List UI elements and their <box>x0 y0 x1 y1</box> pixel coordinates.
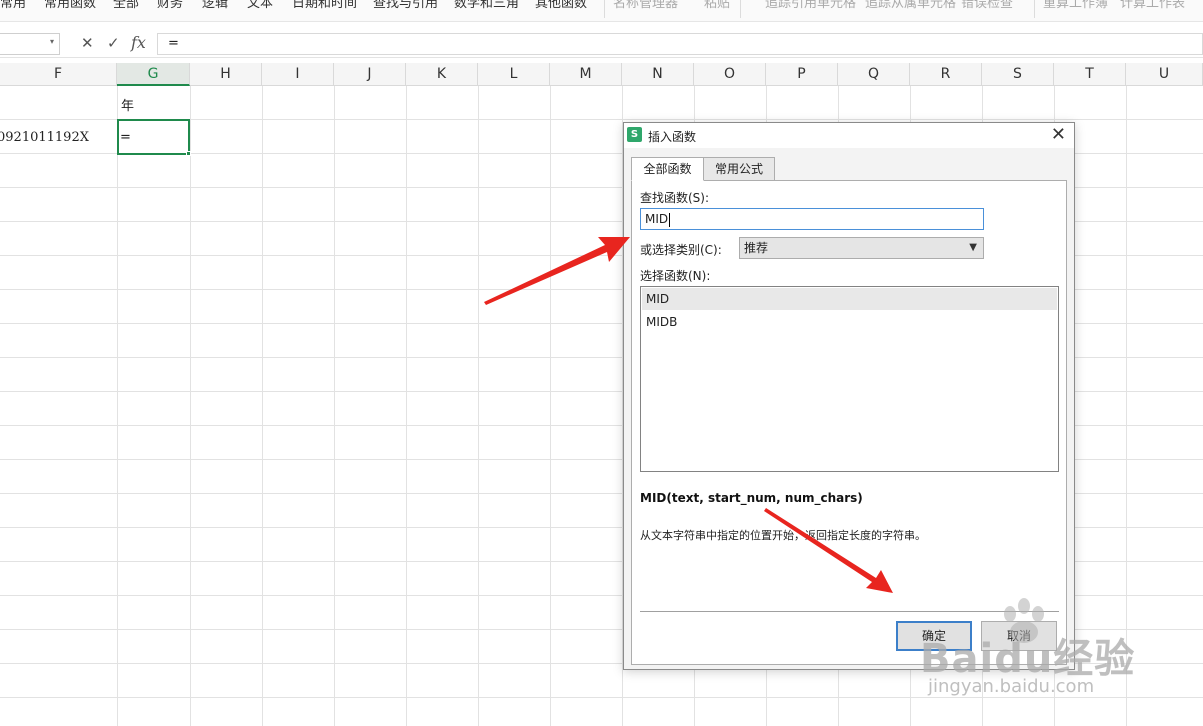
confirm-formula-icon[interactable]: ✓ <box>107 34 120 52</box>
spreadsheet-app: { "ribbon": { "items": ["常用", "常用函数", "全… <box>0 0 1203 726</box>
cancel-formula-icon[interactable]: ✕ <box>81 34 94 52</box>
grid-column-line <box>550 86 551 726</box>
column-header-n[interactable]: N <box>622 63 694 86</box>
ribbon-separator <box>740 0 741 18</box>
dialog-title: 插入函数 <box>648 130 697 144</box>
insert-function-icon[interactable]: fx <box>131 33 146 52</box>
column-header-o[interactable]: O <box>694 63 766 86</box>
ribbon-name-manager[interactable]: 名称管理器 <box>613 0 678 11</box>
fill-handle[interactable] <box>186 151 191 156</box>
search-label: 查找函数(S): <box>640 191 710 205</box>
dropdown-arrow-icon: ▼ <box>969 242 977 253</box>
list-item-midb[interactable]: MIDB <box>642 311 1057 333</box>
column-header-k[interactable]: K <box>406 63 478 86</box>
ribbon-common-functions[interactable]: 常用函数 <box>44 0 96 11</box>
close-icon[interactable]: ✕ <box>1051 124 1066 145</box>
ribbon-recalc-workbook[interactable]: 重算工作簿 <box>1043 0 1108 11</box>
function-description: 从文本字符串中指定的位置开始，返回指定长度的字符串。 <box>640 529 926 542</box>
category-select[interactable]: 推荐 ▼ <box>739 237 984 259</box>
ribbon-all[interactable]: 全部 <box>113 0 139 11</box>
grid-column-line <box>117 86 118 726</box>
watermark-url: jingyan.baidu.com <box>928 676 1095 697</box>
function-search-input[interactable]: MID <box>640 208 984 230</box>
ribbon-datetime[interactable]: 日期和时间 <box>292 0 357 11</box>
grid-column-line <box>406 86 407 726</box>
grid-row-line <box>0 697 1203 698</box>
column-header-f[interactable]: F <box>0 63 117 86</box>
column-header-q[interactable]: Q <box>838 63 910 86</box>
ribbon-separator <box>604 0 605 18</box>
column-header-i[interactable]: I <box>262 63 334 86</box>
column-header-s[interactable]: S <box>982 63 1054 86</box>
function-list-label: 选择函数(N): <box>640 269 711 283</box>
ribbon-lookup[interactable]: 查找与引用 <box>373 0 438 11</box>
function-signature: MID(text, start_num, num_chars) <box>640 491 863 505</box>
dialog-titlebar[interactable]: S 插入函数 ✕ <box>624 123 1074 148</box>
tab-common-formulas[interactable]: 常用公式 <box>703 157 775 181</box>
grid-column-line <box>262 86 263 726</box>
ribbon-paste[interactable]: 粘贴 <box>704 0 730 11</box>
ribbon-trace-precedents[interactable]: 追踪引用单元格 <box>765 0 856 11</box>
cell-g1[interactable]: 年 <box>121 95 134 114</box>
column-header-t[interactable]: T <box>1054 63 1126 86</box>
ribbon-error-check[interactable]: 错误检查 <box>961 0 1013 11</box>
grid-column-line <box>334 86 335 726</box>
tab-all-functions[interactable]: 全部函数 <box>631 157 704 181</box>
cancel-button[interactable]: 取消 <box>981 621 1057 651</box>
list-item-mid[interactable]: MID <box>642 288 1057 310</box>
divider <box>640 611 1059 612</box>
all-functions-panel: 查找函数(S): MID 或选择类别(C): 推荐 ▼ 选择函数(N): MID… <box>631 180 1067 665</box>
function-listbox[interactable]: MID MIDB <box>640 286 1059 472</box>
name-box[interactable]: ▾ <box>0 33 60 55</box>
arrow-to-search-icon <box>484 237 630 305</box>
column-header-l[interactable]: L <box>478 63 550 86</box>
insert-function-dialog: S 插入函数 ✕ 全部函数 常用公式 查找函数(S): MID 或选择类别(C)… <box>623 122 1075 670</box>
grid-column-line <box>190 86 191 726</box>
column-header-u[interactable]: U <box>1126 63 1203 86</box>
column-header-j[interactable]: J <box>334 63 406 86</box>
ribbon-financial[interactable]: 财务 <box>157 0 183 11</box>
cell-g2: = <box>120 130 131 145</box>
formula-bar: ▾ ✕ ✓ fx = <box>0 30 1203 58</box>
grid-column-line <box>478 86 479 726</box>
ribbon-trace-dependents[interactable]: 追踪从属单元格 <box>865 0 956 11</box>
ok-button[interactable]: 确定 <box>896 621 972 651</box>
grid-column-line <box>1126 86 1127 726</box>
active-cell-g2[interactable]: = <box>117 119 191 156</box>
chevron-down-icon[interactable]: ▾ <box>50 37 54 46</box>
ribbon-common[interactable]: 常用 <box>0 0 26 11</box>
ribbon-separator <box>1034 0 1035 18</box>
ribbon-text[interactable]: 文本 <box>247 0 273 11</box>
ribbon-formulas-tab: 常用 常用函数 全部 财务 逻辑 文本 日期和时间 查找与引用 数学和三角 其他… <box>0 0 1203 22</box>
column-header-r[interactable]: R <box>910 63 982 86</box>
cell-f2[interactable]: 0921011192X <box>0 130 89 145</box>
column-header-p[interactable]: P <box>766 63 838 86</box>
column-header-h[interactable]: H <box>190 63 262 86</box>
category-label: 或选择类别(C): <box>640 243 722 257</box>
ribbon-logical[interactable]: 逻辑 <box>202 0 228 11</box>
ribbon-math[interactable]: 数学和三角 <box>454 0 519 11</box>
column-header-m[interactable]: M <box>550 63 622 86</box>
ribbon-calc-sheet[interactable]: 计算工作表 <box>1120 0 1185 11</box>
formula-input[interactable]: = <box>157 33 1203 55</box>
column-header-g[interactable]: G <box>117 63 190 86</box>
ribbon-other-functions[interactable]: 其他函数 <box>535 0 587 11</box>
wps-logo-icon: S <box>627 127 642 142</box>
category-value: 推荐 <box>744 241 769 255</box>
